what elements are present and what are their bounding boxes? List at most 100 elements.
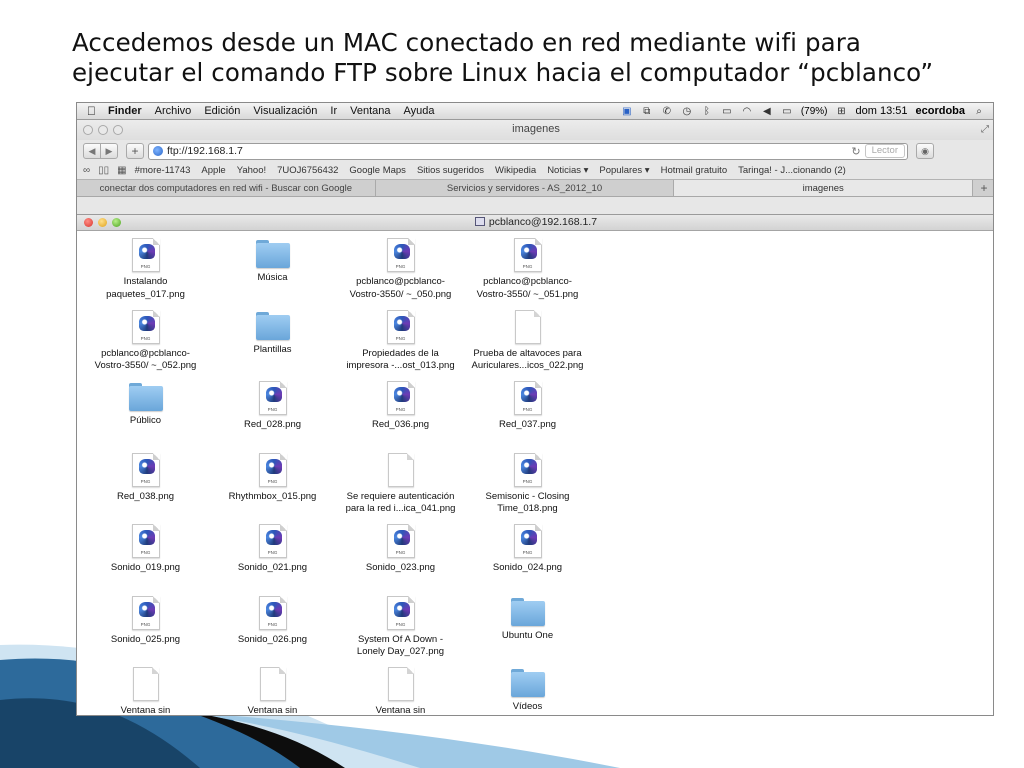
file-label-line: para la red i...ica_041.png: [345, 503, 456, 514]
file-item[interactable]: PNG pcblanco@pcblanco- Vostro-3550/ ~_051.…: [464, 238, 591, 301]
file-item[interactable]: PNG pcblanco@pcblanco- Vostro-3550/ ~_050.…: [337, 238, 464, 301]
file-item[interactable]: PNG pcblanco@pcblanco- Vostro-3550/ ~_052.…: [82, 309, 209, 373]
file-item[interactable]: PNG Sonido_023.png: [337, 524, 464, 575]
file-item[interactable]: PNG Red_036.png: [337, 381, 464, 432]
reading-list-icon[interactable]: ∞: [83, 165, 90, 176]
file-item[interactable]: PNG System Of A Down - Lonely Day_027.png: [337, 595, 464, 659]
reload-icon[interactable]: ↻: [851, 145, 860, 158]
bookmark-item[interactable]: Yahoo!: [237, 165, 266, 176]
png-badge: PNG: [267, 407, 278, 412]
spotlight-icon[interactable]: ⌕: [973, 106, 985, 117]
file-label: Vídeos: [464, 701, 591, 714]
png-badge: PNG: [140, 550, 151, 555]
file-item[interactable]: PNG Sonido_024.png: [464, 524, 591, 575]
bluetooth-icon[interactable]: ᛒ: [701, 106, 713, 117]
bookmark-item[interactable]: Google Maps: [349, 165, 406, 176]
file-label-line: pcblanco@pcblanco-: [483, 276, 572, 287]
reader-button[interactable]: Lector: [864, 144, 905, 158]
bookmark-item[interactable]: Hotmail gratuito: [661, 165, 728, 176]
url-bar[interactable]: ftp://192.168.1.7 ↻ Lector: [148, 142, 908, 160]
file-item[interactable]: Ventana sintítulo_012.png: [209, 667, 336, 715]
new-tab-button[interactable]: +: [973, 180, 993, 196]
downloads-button[interactable]: ◉: [916, 143, 934, 159]
file-label: Sonido_025.png: [82, 634, 209, 647]
wifi-icon[interactable]: ◠: [741, 106, 753, 117]
volume-icon[interactable]: ◀: [761, 106, 773, 117]
folder-icon: [128, 383, 163, 411]
back-button[interactable]: ◀: [83, 143, 101, 159]
bookmark-item[interactable]: Sitios sugeridos: [417, 165, 484, 176]
file-item[interactable]: Prueba de altavoces para Auriculares...ic…: [464, 309, 591, 373]
png-file-icon: PNG: [131, 524, 160, 558]
bookmark-item[interactable]: 7UOJ6756432: [277, 165, 338, 176]
file-item[interactable]: PNG Instalando paquetes_017.png: [82, 238, 209, 301]
file-item[interactable]: PNG Red_038.png: [82, 452, 209, 504]
battery-percent: (79%): [800, 105, 828, 117]
menu-ayuda[interactable]: Ayuda: [404, 105, 435, 117]
menu-ir[interactable]: Ir: [330, 105, 337, 117]
tab-servicios[interactable]: Servicios y servidores - AS_2012_10: [376, 180, 675, 196]
file-item[interactable]: PNG Sonido_021.png: [209, 524, 336, 575]
png-file-icon: PNG: [258, 595, 287, 630]
file-item[interactable]: Ventana sintítulo_049.png: [337, 667, 464, 715]
top-sites-icon[interactable]: ▦: [117, 165, 126, 176]
bookmark-item[interactable]: Taringa! - J...cionando (2): [738, 165, 846, 176]
menu-user[interactable]: ecordoba: [915, 105, 965, 117]
document-icon: [132, 667, 159, 701]
battery-icon[interactable]: ▭: [781, 106, 793, 117]
file-label: pcblanco@pcblanco- Vostro-3550/ ~_052.png: [82, 348, 209, 373]
file-item[interactable]: Ventana sintítulo_011.png: [82, 667, 209, 716]
menu-archivo[interactable]: Archivo: [155, 105, 192, 117]
file-item[interactable]: PNG Sonido_025.png: [82, 595, 209, 647]
png-badge: PNG: [395, 621, 406, 627]
file-label-line: Propiedades de la: [362, 347, 439, 359]
url-text[interactable]: ftp://192.168.1.7: [167, 145, 851, 157]
dropbox-icon[interactable]: ▣: [621, 106, 633, 117]
add-bookmark-button[interactable]: +: [126, 143, 144, 159]
input-source-icon[interactable]: ⊞: [836, 106, 848, 117]
screen-icon[interactable]: ⧉: [641, 106, 653, 117]
folder-item[interactable]: Vídeos: [464, 667, 591, 714]
folder-item[interactable]: Ubuntu One: [464, 596, 591, 643]
file-item[interactable]: PNG Red_028.png: [209, 381, 336, 432]
folder-item[interactable]: Público: [82, 381, 209, 428]
time-machine-icon[interactable]: ◷: [681, 106, 693, 117]
apple-icon[interactable]: : [87, 104, 96, 118]
file-label: Semisonic - Closing Time_018.png: [464, 491, 591, 516]
bookmarks-book-icon[interactable]: ▯▯: [98, 165, 109, 176]
phone-icon[interactable]: ✆: [661, 106, 673, 117]
file-item[interactable]: PNG Rhythmbox_015.png: [209, 452, 336, 504]
file-item[interactable]: Se requiere autenticación para la red i..…: [337, 452, 464, 516]
browser-titlebar: imagenes ⤢: [77, 120, 993, 140]
bookmark-item[interactable]: Populares ▾: [599, 165, 649, 176]
fullscreen-icon[interactable]: ⤢: [981, 124, 989, 135]
bookmark-item[interactable]: Apple: [201, 165, 225, 176]
bookmark-item[interactable]: Noticias ▾: [547, 165, 588, 176]
forward-button[interactable]: ▶: [100, 143, 118, 159]
file-item[interactable]: PNG Propiedades de la impresora -...ost_01…: [337, 309, 464, 373]
menu-visualizacion[interactable]: Visualización: [253, 105, 317, 117]
tab-imagenes[interactable]: imagenes: [674, 180, 974, 196]
image-thumbnail-icon: [138, 458, 155, 474]
display-icon[interactable]: ▭: [721, 106, 733, 117]
file-item[interactable]: PNG Red_037.png: [464, 381, 591, 432]
menu-finder[interactable]: Finder: [108, 105, 142, 117]
file-item[interactable]: PNG Semisonic - Closing Time_018.png: [464, 452, 591, 516]
png-badge: PNG: [140, 621, 151, 627]
bookmark-item[interactable]: #more-11743: [135, 165, 191, 176]
file-label-line: pcblanco@pcblanco-: [356, 276, 445, 287]
file-label-line: Sonido_025.png: [110, 633, 181, 645]
bookmark-item[interactable]: Wikipedia: [495, 165, 536, 176]
menu-edicion[interactable]: Edición: [204, 105, 240, 117]
tab-google-search[interactable]: conectar dos computadores en red wifi - …: [77, 180, 376, 196]
slide-title-line-1: Accedemos desde un MAC conectado en red …: [72, 28, 862, 57]
menu-ventana[interactable]: Ventana: [350, 105, 390, 117]
file-label: Rhythmbox_015.png: [209, 491, 336, 504]
file-item[interactable]: PNG Sonido_019.png: [82, 524, 209, 575]
file-item[interactable]: PNG Sonido_026.png: [209, 595, 336, 647]
menu-clock[interactable]: dom 13:51: [856, 105, 908, 117]
file-label-line: Ventana sin: [120, 705, 171, 716]
folder-item[interactable]: Plantillas: [209, 310, 336, 357]
bookmarks-bar: ∞ ▯▯ ▦ #more-11743 Apple Yahoo! 7UOJ6756…: [77, 162, 993, 179]
folder-item[interactable]: Música: [209, 238, 336, 285]
